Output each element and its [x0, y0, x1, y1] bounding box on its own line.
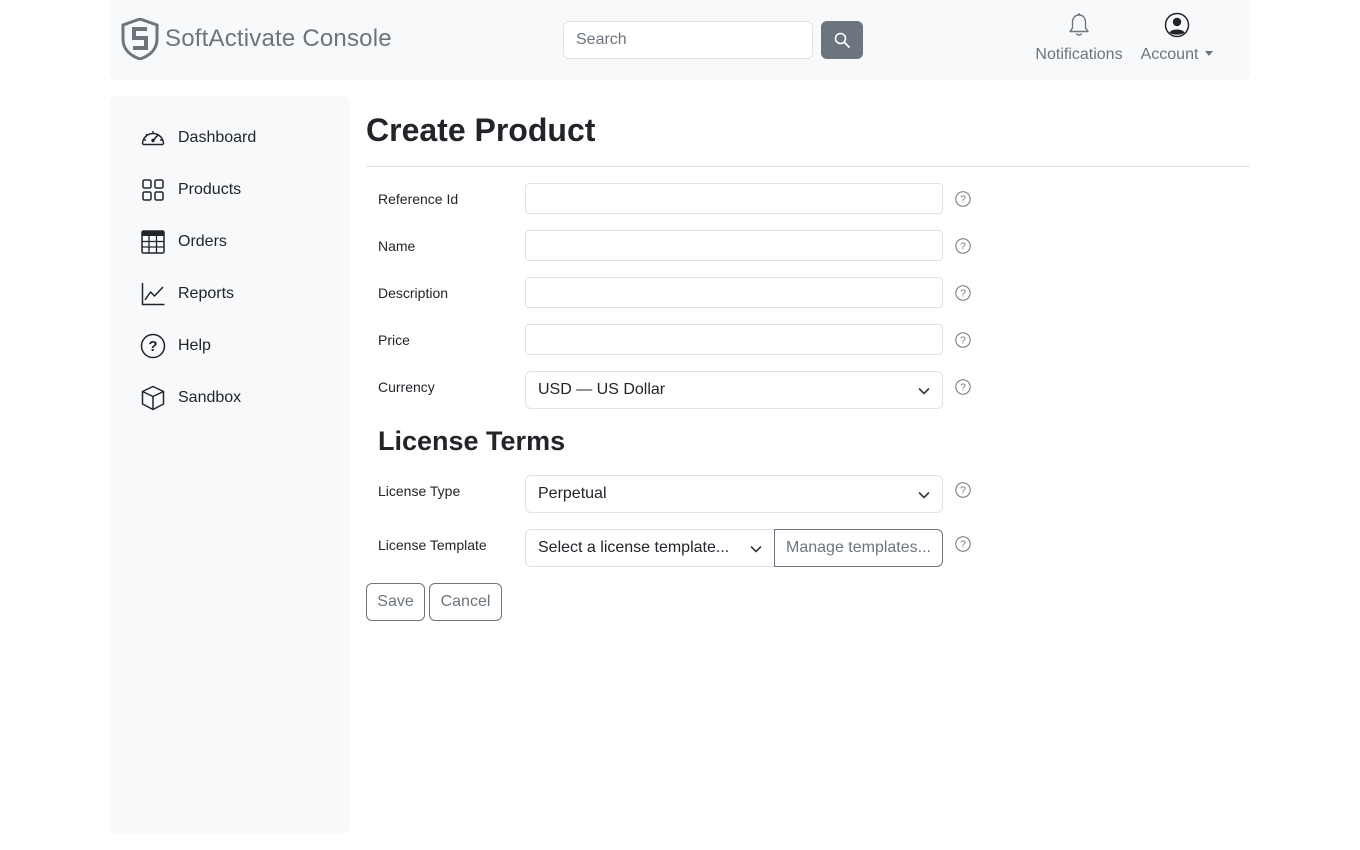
caret-down-icon	[1205, 51, 1214, 56]
price-input[interactable]	[525, 324, 943, 355]
sidebar-item-label: Reports	[178, 285, 235, 302]
sidebar-item-dashboard[interactable]: Dashboard	[140, 123, 256, 153]
chevron-down-icon	[918, 492, 930, 499]
svg-text:?: ?	[148, 338, 157, 355]
currency-selected-value: USD — US Dollar	[538, 381, 666, 398]
bell-icon	[1069, 13, 1089, 36]
cancel-button[interactable]: Cancel	[429, 583, 502, 621]
sidebar-item-orders[interactable]: Orders	[140, 227, 227, 257]
question-circle-icon[interactable]: ?	[955, 191, 971, 207]
license-type-label: License Type	[378, 483, 461, 499]
currency-label: Currency	[378, 379, 435, 395]
reference-id-label: Reference Id	[378, 191, 459, 207]
table-icon	[141, 230, 165, 254]
currency-select[interactable]: USD — US Dollar	[525, 371, 943, 409]
sidebar-item-label: Orders	[178, 233, 227, 250]
account-label: Account	[1140, 46, 1199, 63]
grid-icon	[142, 179, 164, 201]
chevron-down-icon	[918, 388, 930, 395]
name-input[interactable]	[525, 230, 943, 261]
top-navbar: SoftActivate Console Notifications Accou…	[110, 0, 1250, 80]
reference-id-input[interactable]	[525, 183, 943, 214]
license-template-label: License Template	[378, 537, 487, 553]
page-title: Create Product	[366, 112, 596, 148]
brand[interactable]: SoftActivate Console	[121, 18, 392, 60]
notifications-link[interactable]: Notifications	[1034, 12, 1124, 64]
sidebar-item-products[interactable]: Products	[140, 175, 241, 205]
sidebar-item-help[interactable]: ? Help	[140, 331, 211, 361]
graph-icon	[141, 283, 165, 306]
shield-logo-icon	[121, 18, 159, 60]
svg-text:?: ?	[960, 195, 966, 206]
license-template-select[interactable]: Select a license template...	[525, 529, 775, 567]
search-icon	[834, 32, 850, 48]
svg-text:?: ?	[960, 383, 966, 394]
save-button[interactable]: Save	[366, 583, 425, 621]
sidebar-item-label: Sandbox	[178, 389, 242, 406]
svg-text:?: ?	[960, 336, 966, 347]
svg-text:?: ?	[960, 540, 966, 551]
brand-name: SoftActivate Console	[165, 25, 392, 52]
description-label: Description	[378, 285, 449, 301]
sidebar-item-label: Help	[178, 337, 211, 354]
person-circle-icon	[1164, 12, 1190, 38]
question-circle-icon[interactable]: ?	[955, 332, 971, 348]
svg-text:?: ?	[960, 289, 966, 300]
question-circle-icon: ?	[140, 333, 166, 359]
title-divider	[366, 166, 1250, 167]
search-input[interactable]	[563, 21, 813, 59]
question-circle-icon[interactable]: ?	[955, 379, 971, 395]
question-circle-icon[interactable]: ?	[955, 285, 971, 301]
license-type-selected-value: Perpetual	[538, 485, 607, 502]
sidebar-item-reports[interactable]: Reports	[140, 279, 234, 309]
price-label: Price	[378, 332, 410, 348]
sidebar-item-label: Products	[178, 181, 242, 198]
svg-text:?: ?	[960, 242, 966, 253]
speedometer-icon	[141, 131, 165, 146]
manage-templates-button[interactable]: Manage templates...	[774, 529, 943, 567]
sidebar: Dashboard Products Orders Reports ? Help…	[110, 96, 350, 834]
license-terms-heading: License Terms	[378, 426, 566, 456]
question-circle-icon[interactable]: ?	[955, 536, 971, 552]
question-circle-icon[interactable]: ?	[955, 482, 971, 498]
notifications-label: Notifications	[1035, 46, 1123, 63]
license-type-select[interactable]: Perpetual	[525, 475, 943, 513]
box-icon	[141, 385, 165, 411]
name-label: Name	[378, 238, 416, 254]
sidebar-item-sandbox[interactable]: Sandbox	[140, 383, 241, 413]
question-circle-icon[interactable]: ?	[955, 238, 971, 254]
description-input[interactable]	[525, 277, 943, 308]
license-template-selected-value: Select a license template...	[538, 539, 730, 556]
account-dropdown[interactable]: Account	[1138, 12, 1216, 64]
chevron-down-icon	[750, 546, 762, 553]
svg-text:?: ?	[960, 486, 966, 497]
search-button[interactable]	[821, 21, 863, 59]
sidebar-item-label: Dashboard	[178, 129, 257, 146]
